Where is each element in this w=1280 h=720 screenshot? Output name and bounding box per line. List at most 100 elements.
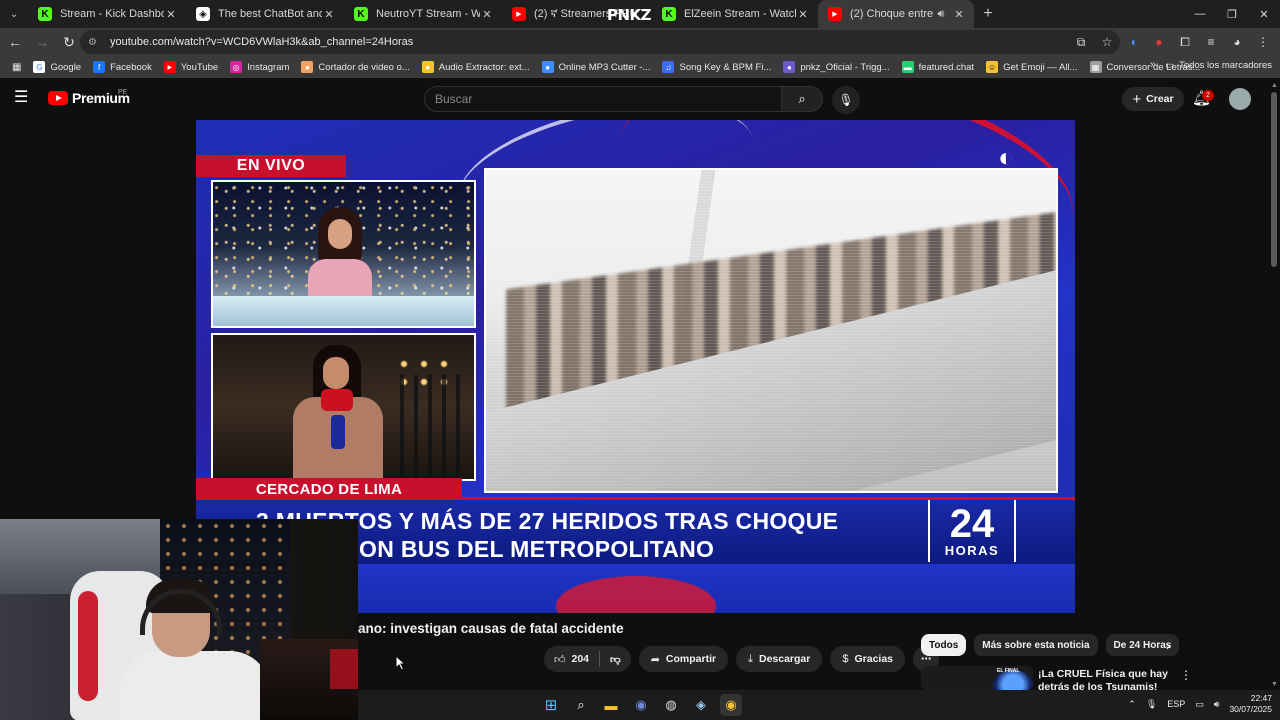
- windows-start-icon[interactable]: ⊞: [540, 694, 562, 716]
- bookmark-label: Online MP3 Cutter -...: [558, 61, 651, 73]
- close-icon[interactable]: ✕: [322, 8, 336, 21]
- bookmark-item[interactable]: ● pnkz_Oficial - Trigg...: [783, 61, 890, 73]
- download-button[interactable]: ⤓ Descargar: [736, 646, 823, 672]
- bookmark-item[interactable]: G Google: [33, 61, 81, 73]
- extensions-puzzle-icon[interactable]: ⧠: [1174, 30, 1196, 54]
- chevron-right-icon[interactable]: ›: [1166, 638, 1170, 653]
- tray-overflow-chevron-icon[interactable]: ⌃: [1128, 699, 1136, 710]
- speaker-icon[interactable]: 🔊︎: [934, 8, 948, 21]
- media-control-icon[interactable]: ≡: [1200, 30, 1222, 54]
- close-icon[interactable]: ✕: [480, 8, 494, 21]
- like-button[interactable]: 👍︎ 204: [544, 646, 599, 672]
- extension-icon[interactable]: ●: [1148, 30, 1170, 54]
- reload-button[interactable]: ↻: [57, 30, 81, 54]
- bookmark-item[interactable]: ● Online MP3 Cutter -...: [541, 61, 651, 73]
- thanks-button[interactable]: $ Gracias: [830, 646, 906, 672]
- streamer-webcam-overlay: [0, 519, 358, 720]
- bookmark-label: Song Key & BPM Fi...: [679, 61, 772, 73]
- url-text: youtube.com/watch?v=WCD6VWlaH3k&ab_chann…: [110, 36, 414, 48]
- bookmark-item[interactable]: ● Cortador de video o...: [301, 61, 410, 73]
- scroll-up-icon[interactable]: ▲: [1271, 82, 1278, 89]
- share-button[interactable]: ➦ Compartir: [638, 646, 729, 672]
- input-language[interactable]: ESP: [1167, 699, 1185, 709]
- browser-tab[interactable]: K Stream - Kick Dashboard ✕: [28, 0, 186, 28]
- system-tray: ⌃ 🎙︎ ESP ▭ 🔊︎ 22:47 30/07/2025: [1128, 693, 1272, 715]
- close-icon[interactable]: ✕: [952, 8, 966, 21]
- browser-tab[interactable]: ◈ The best ChatBot and Widgets ✕: [186, 0, 344, 28]
- reporter: [293, 345, 383, 479]
- search-button[interactable]: ⌕: [781, 86, 823, 112]
- restore-button[interactable]: ❐: [1216, 0, 1248, 28]
- bookmark-star-icon[interactable]: ☆: [1096, 30, 1118, 54]
- install-app-icon[interactable]: ⧉: [1070, 30, 1092, 54]
- search-input[interactable]: Buscar: [424, 86, 782, 112]
- file-explorer-icon[interactable]: ▬: [600, 694, 622, 716]
- browser-tab[interactable]: K NeutroYT Stream - Watch Live ✕: [344, 0, 502, 28]
- window-close-button[interactable]: ✕: [1248, 0, 1280, 28]
- channel-logo-24-horas: 24 HORAS: [928, 500, 1016, 562]
- bookmark-item[interactable]: f Facebook: [93, 61, 152, 73]
- featured-chat-icon: ▬: [901, 61, 914, 73]
- bookmark-item[interactable]: ● Audio Extractor: ext...: [421, 61, 530, 73]
- discord-icon[interactable]: ◉: [630, 694, 652, 716]
- mouse-cursor-icon: [395, 655, 407, 671]
- back-button[interactable]: ←: [3, 30, 27, 54]
- scrollbar-thumb[interactable]: [1271, 92, 1277, 267]
- network-icon[interactable]: ▭: [1195, 699, 1204, 710]
- youtube-icon: ▶: [828, 7, 842, 21]
- windows-taskbar: ⊞ ⌕ ▬ ◉ ◍ ◈ ◉ ⌃ 🎙︎ ESP ▭ 🔊︎ 22:47 30/07/…: [358, 690, 1280, 720]
- bookmark-item[interactable]: ▶ YouTube: [163, 61, 218, 73]
- bookmark-label: Get Emoji — All...: [1003, 61, 1078, 73]
- bookmark-item[interactable]: ☺ Get Emoji — All...: [986, 61, 1078, 73]
- browser-tab-active[interactable]: ▶ (2) Choque entre "Ancone 🔊︎ ✕: [818, 0, 974, 28]
- apps-grid-icon[interactable]: ▦: [12, 62, 21, 73]
- close-icon[interactable]: ✕: [164, 8, 178, 21]
- all-bookmarks-folder[interactable]: ▭ Todos los marcadores: [1165, 60, 1272, 71]
- voice-search-button[interactable]: 🎙︎: [832, 86, 860, 114]
- close-icon[interactable]: ✕: [796, 8, 810, 21]
- recommendation-thumbnail[interactable]: EL FINAL: [921, 666, 1033, 690]
- logo-word: HORAS: [944, 542, 1000, 558]
- bookmark-label: Cortador de video o...: [318, 61, 410, 73]
- site-info-icon[interactable]: ⚙: [88, 37, 102, 48]
- bookmark-item[interactable]: ◎ Instagram: [230, 61, 289, 73]
- chip-more-news[interactable]: Más sobre esta noticia: [974, 634, 1098, 656]
- kebab-menu-icon[interactable]: ⋮: [1180, 668, 1192, 682]
- page-scrollbar[interactable]: ▲ ▼: [1271, 82, 1278, 688]
- avatar[interactable]: [1229, 88, 1251, 110]
- dislike-button[interactable]: 👎︎: [600, 646, 631, 672]
- extension-icon[interactable]: ◖: [1122, 30, 1144, 54]
- mp3-cutter-icon: ●: [541, 61, 554, 73]
- screen: ⌄ K Stream - Kick Dashboard ✕ ◈ The best…: [0, 0, 1280, 720]
- browser-tab[interactable]: K ElZeein Stream - Watch Live on ✕: [652, 0, 818, 28]
- create-button[interactable]: + Crear: [1122, 87, 1184, 111]
- tab-search-button[interactable]: ⌄: [0, 0, 28, 28]
- bookmark-item[interactable]: ♫ Song Key & BPM Fi...: [662, 61, 771, 73]
- new-tab-button[interactable]: +: [974, 5, 1002, 23]
- profile-avatar-icon[interactable]: ◕: [1226, 30, 1248, 54]
- steam-icon[interactable]: ◈: [690, 694, 712, 716]
- obs-icon[interactable]: ◍: [660, 694, 682, 716]
- more-bookmarks-chevron-icon[interactable]: »: [1150, 59, 1156, 71]
- menu-hamburger-icon[interactable]: ☰: [14, 90, 34, 106]
- microphone-icon[interactable]: 🎙︎: [1146, 699, 1157, 710]
- scroll-down-icon[interactable]: ▼: [1271, 681, 1278, 688]
- like-count: 204: [571, 653, 590, 665]
- download-icon: ⤓: [748, 652, 753, 665]
- forward-button[interactable]: →: [30, 30, 54, 54]
- volume-icon[interactable]: 🔊︎: [1214, 699, 1220, 710]
- search-icon[interactable]: ⌕: [570, 694, 592, 716]
- browser-menu-icon[interactable]: ⋮: [1252, 30, 1274, 54]
- download-label: Descargar: [758, 653, 811, 665]
- chrome-icon[interactable]: ◉: [720, 694, 742, 716]
- address-bar[interactable]: ⚙ youtube.com/watch?v=WCD6VWlaH3k&ab_cha…: [80, 30, 1120, 54]
- bookmark-item[interactable]: ▬ featured.chat: [901, 61, 974, 73]
- minimize-button[interactable]: —: [1184, 0, 1216, 28]
- search-placeholder: Buscar: [435, 92, 473, 106]
- tab-title: Stream - Kick Dashboard: [60, 8, 164, 20]
- kick-icon: K: [662, 7, 676, 21]
- share-icon: ➦: [650, 653, 660, 666]
- thumbs-down-icon: 👎︎: [610, 653, 621, 666]
- taskbar-clock[interactable]: 22:47 30/07/2025: [1229, 693, 1272, 715]
- chip-all[interactable]: Todos: [921, 634, 967, 656]
